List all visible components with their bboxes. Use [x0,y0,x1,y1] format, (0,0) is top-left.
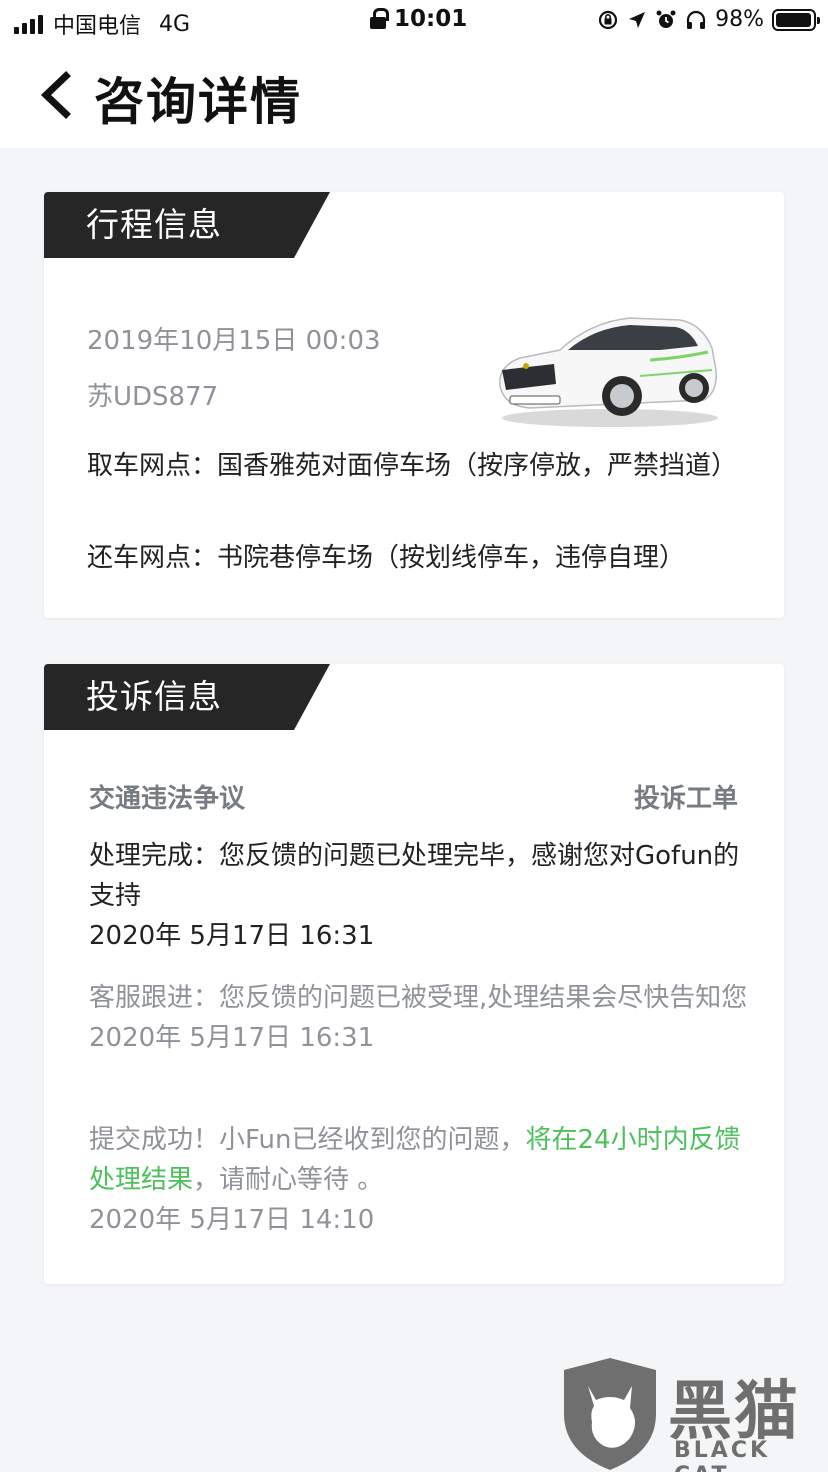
battery-percent: 98% [715,7,764,32]
entry-time: 2020年 5月17日 16:31 [89,1023,375,1053]
complaint-info-card: 投诉信息 交通违法争议 投诉工单 处理完成：您反馈的问题已处理完毕，感谢您对Go… [44,664,784,1284]
complaint-ticket-link[interactable]: 投诉工单 [634,778,738,815]
carrier-label: 中国电信 [53,14,142,39]
page-header: 咨询详情 [0,44,828,148]
complaint-info-tab: 投诉信息 [44,664,330,730]
trip-info-tab: 行程信息 [44,192,330,258]
entry-text: 处理完成：您反馈的问题已处理完毕，感谢您对Gofun的支持 [89,841,740,911]
chevron-left-icon[interactable] [36,70,76,120]
status-bar: 中国电信 4G 10:01 98% [0,0,828,44]
battery-fill [776,12,812,27]
timeline-entry: 客服跟进：您反馈的问题已被受理,处理结果会尽快告知您 2020年 5月17日 1… [89,978,749,1058]
entry-text-tail: ，请耐心等待 。 [193,1165,384,1195]
entry-time: 2020年 5月17日 16:31 [89,921,375,951]
network-label: 4G [159,11,191,37]
status-right: 98% [597,7,820,32]
headphones-icon [686,10,706,29]
license-plate: 苏UDS877 [87,382,219,412]
location-icon [629,11,646,28]
trip-info-card: 行程信息 2019年10月15日 00:03 苏UDS877 取车网点：国香雅苑… [44,192,784,618]
black-cat-watermark: 黑猫 BLACK CAT [556,1356,828,1472]
signal-icon [14,14,43,34]
pickup-station: 取车网点：国香雅苑对面停车场（按序停放，严禁挡道） [87,451,738,481]
alarm-icon [656,10,676,28]
return-station: 还车网点：书院巷停车场（按划线停车，违停自理） [87,543,686,573]
timeline-entry: 提交成功！小Fun已经收到您的问题，将在24小时内反馈处理结果，请耐心等待 。 … [89,1120,749,1240]
watermark-subtext: BLACK CAT [674,1438,771,1472]
complaint-topic: 交通违法争议 [89,784,246,814]
trip-datetime: 2019年10月15日 00:03 [87,326,381,356]
clock-label: 10:01 [394,6,468,32]
status-left: 中国电信 4G [14,8,190,40]
status-center: 10:01 [370,6,467,32]
rotation-lock-icon [598,10,618,29]
page-title: 咨询详情 [94,73,302,131]
entry-text: 客服跟进：您反馈的问题已被受理,处理结果会尽快告知您 [89,983,748,1013]
lock-icon [370,8,389,30]
black-cat-logo-icon [564,1358,656,1470]
entry-time: 2020年 5月17日 14:10 [89,1205,375,1235]
car-image [499,317,718,427]
timeline-entry: 处理完成：您反馈的问题已处理完毕，感谢您对Gofun的支持 2020年 5月17… [89,836,749,956]
entry-text: 提交成功！小Fun已经收到您的问题， [89,1125,526,1155]
battery-icon [772,8,820,31]
